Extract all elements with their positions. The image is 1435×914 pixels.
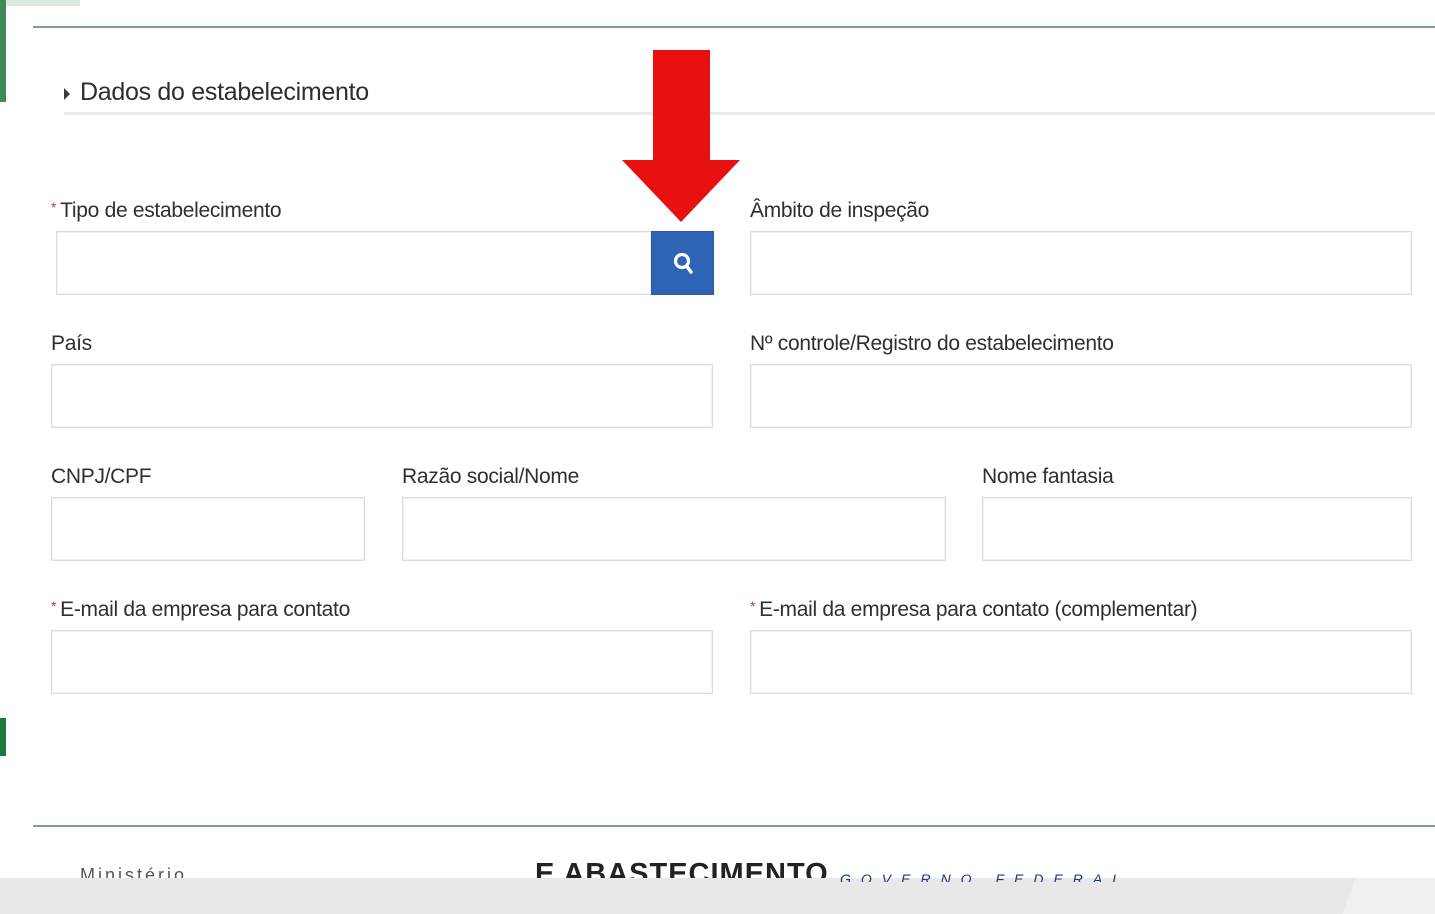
footer-government-text: GOVERNO FEDERAL	[840, 872, 1131, 882]
ambito-inspecao-input[interactable]	[750, 231, 1412, 295]
red-arrow-down-icon	[622, 50, 740, 222]
caret-right-icon	[64, 88, 70, 100]
fantasia-label: Nome fantasia	[982, 465, 1114, 488]
footer-slant-decoration	[1315, 878, 1435, 914]
tipo-label: * Tipo de estabelecimento	[51, 199, 282, 223]
cnpj-label: CNPJ/CPF	[51, 465, 152, 488]
section-title: Dados do estabelecimento	[80, 77, 369, 106]
email-input[interactable]	[51, 630, 713, 694]
nome-fantasia-input[interactable]	[982, 497, 1412, 561]
bottom-divider	[33, 825, 1435, 827]
email-complementar-input[interactable]	[750, 630, 1412, 694]
razao-social-input[interactable]	[402, 497, 946, 561]
controle-registro-input[interactable]	[750, 364, 1412, 428]
pais-input[interactable]	[51, 364, 713, 428]
razao-label: Razão social/Nome	[402, 465, 579, 488]
required-mark: *	[51, 598, 57, 614]
email-complementar-label: * E-mail da empresa para contato (complem…	[750, 598, 1198, 622]
top-divider	[33, 26, 1435, 28]
search-button[interactable]	[651, 231, 714, 295]
required-mark: *	[51, 199, 57, 215]
controle-label: Nº controle/Registro do estabelecimento	[750, 332, 1114, 355]
top-tab-strip	[0, 0, 80, 6]
left-accent-bar	[0, 0, 6, 102]
email-label: * E-mail da empresa para contato	[51, 598, 350, 622]
cnpj-cpf-input[interactable]	[51, 497, 365, 561]
email-label-text: E-mail da empresa para contato	[60, 598, 350, 621]
section-header[interactable]: Dados do estabelecimento	[64, 72, 1435, 115]
tipo-label-text: Tipo de estabelecimento	[60, 199, 282, 222]
left-accent-bar-green	[0, 718, 6, 756]
ambito-label: Âmbito de inspeção	[750, 199, 930, 222]
required-mark: *	[750, 598, 756, 614]
footer-left-text: Ministério	[80, 866, 188, 878]
email-complementar-label-text: E-mail da empresa para contato (compleme…	[759, 598, 1198, 621]
footer-bar	[0, 878, 1435, 914]
search-icon	[673, 252, 693, 274]
pais-label: País	[51, 332, 92, 355]
tipo-estabelecimento-input[interactable]	[56, 231, 652, 295]
